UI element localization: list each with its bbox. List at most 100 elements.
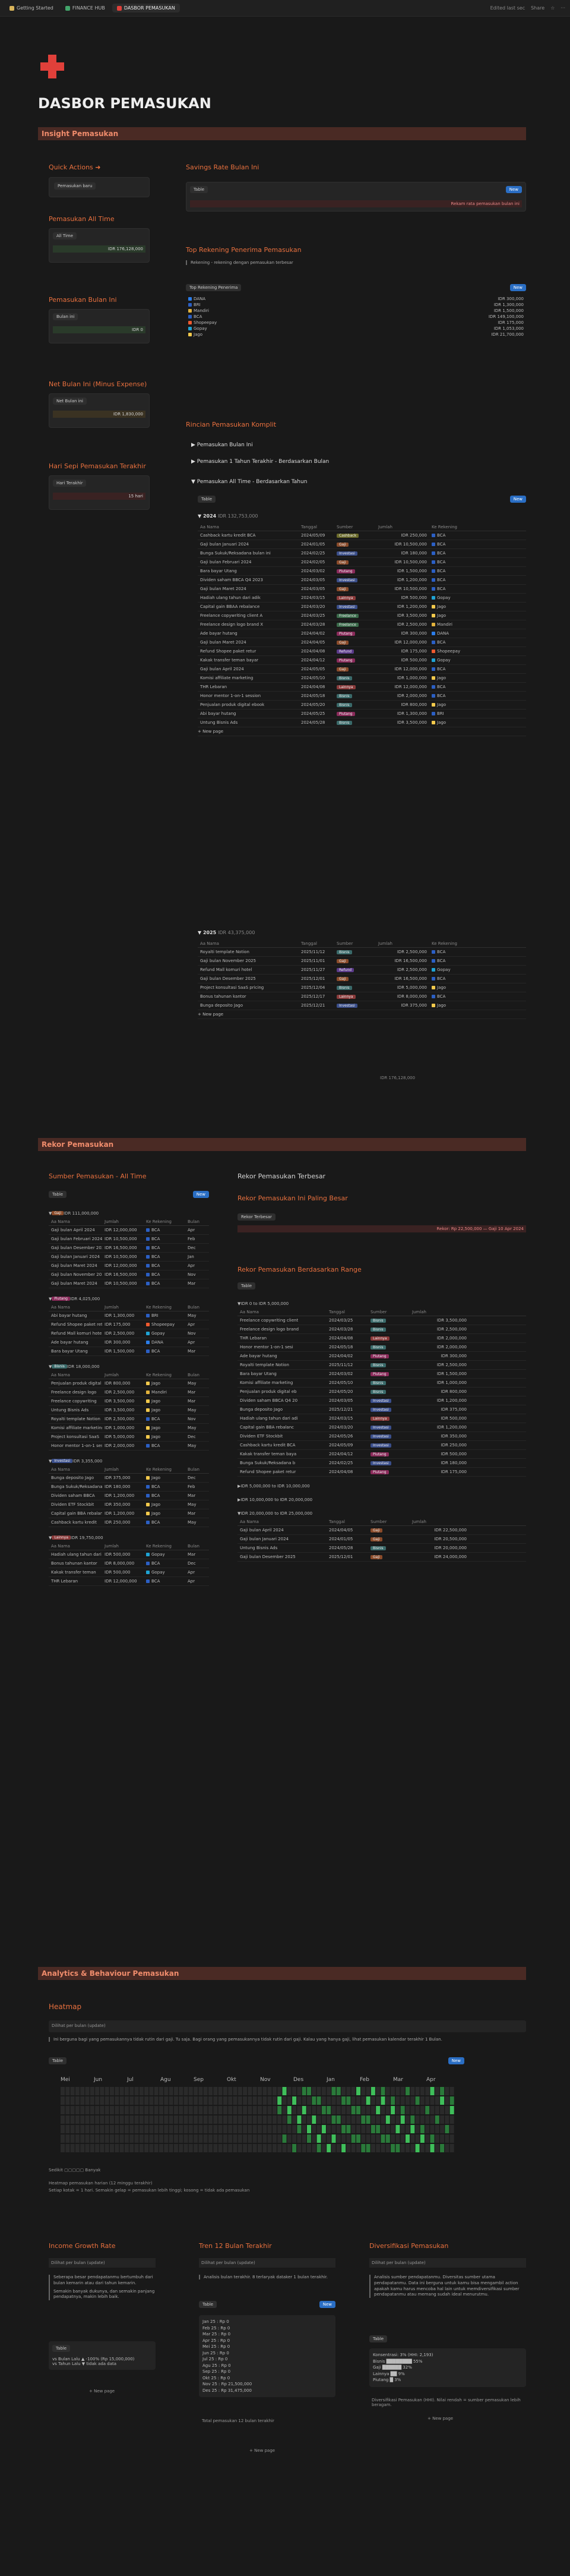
table-row[interactable]: Bunga deposito Jago 2025/12/21 Investasi ID… (198, 1001, 526, 1010)
table-row[interactable]: Gaji bulan Maret 2024 2024/04/05 Gaji IDR 1… (198, 638, 526, 647)
table-row[interactable]: Freelance copywriting client A 2024/03/25… (198, 611, 526, 620)
table-row[interactable]: Freelance copywriting client 2024/03/25 Bi… (238, 1316, 526, 1325)
growth-new-page[interactable]: + New page (89, 2389, 115, 2394)
trend-new-button[interactable]: New (319, 2301, 335, 2308)
table-row[interactable]: Penjualan produk digital eb 2024/05/20 Bis… (238, 1388, 526, 1396)
table-row[interactable]: Dividen ETF Stockbit IDR 350,000 Jago May (49, 1500, 209, 1509)
ranking-row[interactable]: Jago IDR 21,700,000 (186, 332, 526, 338)
table-row[interactable]: Refund Mall komuri hotel IDR 2,500,000 Gop… (49, 1329, 209, 1338)
table-row[interactable]: Gaji bulan Maret 2024 IDR 10,500,000 BCA Ma… (49, 1279, 209, 1288)
table-row[interactable]: Refund Shopee paket retur 2024/04/08 Refun… (198, 647, 526, 656)
ranking-row[interactable]: DANA IDR 300,000 (186, 296, 526, 302)
range-group-header[interactable]: ▼ IDR 20,000,000 to IDR 25,000,000 (238, 1509, 526, 1518)
table-row[interactable]: Gaji bulan Desember 2025 2025/12/01 Gaji ID… (238, 1553, 526, 1562)
table-row[interactable]: Gaji bulan Februari 2024 IDR 10,500,000 BC… (49, 1235, 209, 1244)
table-row[interactable]: Untung Bisnis Ads IDR 3,500,000 Jago May (49, 1406, 209, 1415)
group-header[interactable]: ▼ Piutang IDR 4,025,000 (49, 1294, 209, 1303)
table-row[interactable]: Gaji bulan Januari 2024 2024/01/05 Gaji IDR… (238, 1535, 526, 1544)
table-row[interactable]: Gaji bulan April 2024 IDR 12,000,000 BCA Ap… (49, 1226, 209, 1235)
ranking-row[interactable]: Shopeepay IDR 175,000 (186, 320, 526, 326)
group-header[interactable]: ▼ Lainnya IDR 19,750,000 (49, 1533, 209, 1542)
table-row[interactable]: Gaji bulan Januari 2024 IDR 10,500,000 BCA… (49, 1253, 209, 1262)
trend-new-page[interactable]: + New page (249, 2448, 275, 2453)
table-row[interactable]: Ade bayar hutang 2024/04/02 Piutang IDR 300… (198, 629, 526, 638)
table-row[interactable]: Gaji bulan Maret 2024 2024/03/05 Gaji IDR 1… (198, 585, 526, 594)
table-row[interactable]: Untung Bisnis Ads 2024/05/28 Bisnis IDR 20,… (238, 1544, 526, 1553)
table-row[interactable]: Komisi affiliate marketing 2024/05/10 Bisn… (238, 1379, 526, 1388)
heatmap-new-button[interactable]: New (448, 2057, 464, 2064)
star-icon[interactable]: ☆ (550, 5, 555, 11)
table-row[interactable]: Freelance design logo IDR 2,500,000 Mandir… (49, 1388, 209, 1397)
table-row[interactable]: Honor mentor 1-on-1 session 2024/05/18 Bis… (198, 692, 526, 701)
table-row[interactable]: Dividen saham BBCA Q4 20 2024/03/05 Invest… (238, 1396, 526, 1405)
table-row[interactable]: Penjualan produk digital ebook 2024/05/20… (198, 701, 526, 710)
table-row[interactable]: Gaji bulan Maret 2024 IDR 12,000,000 BCA Ap… (49, 1262, 209, 1270)
table-row[interactable]: Kakak transfer teman bayar 2024/04/12 Piut… (198, 656, 526, 665)
group-2024[interactable]: ▼ 2024 IDR 132,753,000 (198, 513, 258, 519)
table-row[interactable]: Capital gain BBA rebalance IDR 1,200,000 J… (49, 1509, 209, 1518)
diversifikasi-new-page[interactable]: + New page (428, 2416, 453, 2421)
table-row[interactable]: Royalti template Notion IDR 2,500,000 BCA N… (49, 1415, 209, 1424)
table-row[interactable]: Freelance design logo brand X 2024/03/28 F… (198, 620, 526, 629)
table-row[interactable]: Gaji bulan April 2024 2024/04/05 Gaji IDR 2… (238, 1526, 526, 1535)
ranking-view[interactable]: Top Rekening Penerima (186, 284, 242, 291)
table-row[interactable]: Bonus tahunan kantor IDR 8,000,000 BCA Dec (49, 1559, 209, 1568)
table-row[interactable]: Honor mentor 1-on-1 sessionIDR 2,000,000… (49, 1442, 209, 1451)
toggle-all-time[interactable]: ▼ Pemasukan All Time - Berdasarkan Tahun (191, 479, 307, 485)
table-row[interactable]: Bunga deposito Jago 2025/12/21 Investasi ID… (238, 1405, 526, 1414)
table-row[interactable]: Penjualan produk digital IDR 800,000 Jago M… (49, 1379, 209, 1388)
table-row[interactable]: Kakak transfer teman IDR 500,000 Gopay Apr (49, 1568, 209, 1577)
rincian-new-button[interactable]: New (509, 496, 526, 503)
table-row[interactable]: Gaji bulan Januari 2024 2024/01/05 Gaji IDR… (198, 540, 526, 549)
table-row[interactable]: Hadiah ulang tahun dari adi 2024/03/15 Lai… (238, 1414, 526, 1423)
table-row[interactable]: Cashback kartu kredit BCA 2024/05/09 Inves… (238, 1441, 526, 1450)
table-row[interactable]: Bunga Sukuk/Reksadana bulan ini 2024/02/2… (198, 549, 526, 558)
range-group-header[interactable]: ▶ IDR 10,000,000 to IDR 20,000,000 (238, 1495, 526, 1504)
table-row[interactable]: Royalti template Notion 2025/11/12 Bisnis I… (198, 948, 526, 957)
table-row[interactable]: Bonus tahunan kantor 2025/12/17 Lainnya IDR… (198, 992, 526, 1001)
table-row[interactable]: Abi bayar hutang IDR 1,300,000 BRI May (49, 1311, 209, 1320)
all-time-view[interactable]: All Time (53, 232, 77, 239)
sumber-view[interactable]: Table (49, 1191, 67, 1198)
table-row[interactable]: Royalti template Notion 2025/11/12 Bisnis I… (238, 1361, 526, 1370)
table-row[interactable]: Komisi affiliate marketing IDR 1,000,000 J… (49, 1424, 209, 1433)
table-row[interactable]: Capital gain BBA rebalanc 2024/03/20 Inves… (238, 1423, 526, 1432)
table-row[interactable]: Cashback kartu kredit IDR 250,000 BCA May (49, 1518, 209, 1527)
table-row[interactable]: Project konsultasi SaaS pricing 2025/12/0… (198, 983, 526, 992)
group-header[interactable]: ▼ Investasi IDR 3,355,000 (49, 1456, 209, 1465)
table-row[interactable]: Gaji bulan Desember 2025 2025/12/01 Gaji ID… (198, 975, 526, 983)
toggle-1-tahun[interactable]: ▶ Pemasukan 1 Tahun Terakhir - Berdasark… (191, 459, 329, 465)
ranking-row[interactable]: Gopay IDR 1,053,000 (186, 326, 526, 332)
table-row[interactable]: Refund Mall komuri hotel 2025/11/27 Refund… (198, 966, 526, 975)
table-row[interactable]: Bunga Sukuk/Reksadana b 2024/02/25 Investa… (238, 1459, 526, 1468)
heatmap-view[interactable]: Table (49, 2057, 67, 2064)
diversifikasi-view[interactable]: Table (369, 2335, 388, 2342)
table-row[interactable]: Refund Shopee paket retur 2024/04/08 Piuta… (238, 1468, 526, 1477)
paling-besar-view[interactable]: Rekor Terbesar (238, 1213, 276, 1221)
table-row[interactable]: Refund Shopee paket retur IDR 175,000 Shop… (49, 1320, 209, 1329)
table-row[interactable]: Honor mentor 1-on-1 sesi 2024/05/18 Bisnis… (238, 1343, 526, 1352)
range-group-header[interactable]: ▶ IDR 5,000,000 to IDR 10,000,000 (238, 1481, 526, 1490)
new-income-button[interactable]: Pemasukan baru (54, 182, 96, 190)
more-icon[interactable]: ··· (560, 5, 565, 11)
range-view[interactable]: Table (238, 1282, 256, 1289)
savings-new-button[interactable]: New (505, 186, 522, 193)
table-row[interactable]: Bunga Sukuk/Reksadana IDR 180,000 BCA Feb (49, 1483, 209, 1492)
table-row[interactable]: Gaji bulan Desember 2025 IDR 16,500,000 BC… (49, 1244, 209, 1253)
hari-sepi-view[interactable]: Hari Terakhir (53, 480, 87, 487)
new-page-row[interactable]: + New page (198, 727, 526, 736)
savings-view[interactable]: Table (190, 186, 208, 193)
group-header[interactable]: ▼ Gaji IDR 111,000,000 (49, 1209, 209, 1218)
table-row[interactable]: Bara bayar Utang IDR 1,500,000 BCA Mar (49, 1347, 209, 1356)
growth-view[interactable]: Table (52, 2345, 71, 2352)
table-row[interactable]: Cashback kartu kredit BCA 2024/05/09 Cashb… (198, 531, 526, 540)
table-row[interactable]: Ade bayar hutang 2024/04/02 Piutang IDR 300… (238, 1352, 526, 1361)
sumber-new-button[interactable]: New (192, 1191, 209, 1198)
rincian-view[interactable]: Table (198, 496, 216, 503)
ranking-row[interactable]: BRI IDR 1,300,000 (186, 302, 526, 308)
table-row[interactable]: Gaji bulan November 2025 2025/11/01 Gaji ID… (198, 957, 526, 966)
table-row[interactable]: Freelance design logo brand 2024/03/28 Bis… (238, 1325, 526, 1334)
table-row[interactable]: Bara bayar Utang 2024/03/02 Piutang IDR 1,5… (238, 1370, 526, 1379)
ranking-row[interactable]: Mandiri IDR 1,500,000 (186, 308, 526, 314)
table-row[interactable]: Ade bayar hutang IDR 300,000 DANA Apr (49, 1338, 209, 1347)
